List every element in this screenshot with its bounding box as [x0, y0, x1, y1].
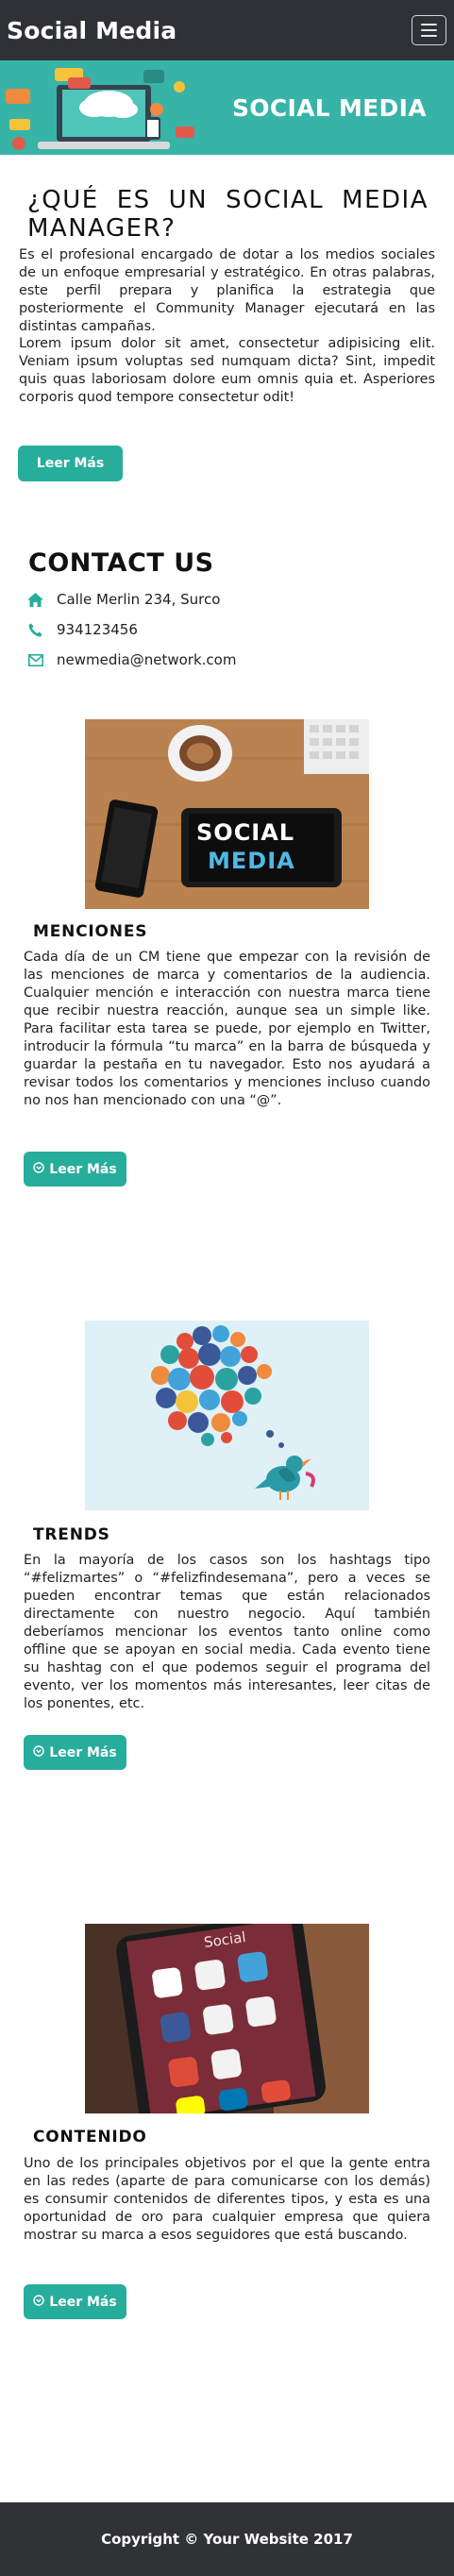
trends-read-more-label: Leer Más [49, 1744, 117, 1760]
contenido-read-more-label: Leer Más [49, 2294, 117, 2310]
chevron-circle-icon [33, 1744, 44, 1760]
trends-image [85, 1321, 369, 1510]
footer: Copyright © Your Website 2017 [0, 2502, 454, 2576]
navbar: Social Media [0, 0, 454, 60]
chevron-circle-icon [33, 2294, 44, 2310]
intro-paragraph-2: Lorem ipsum dolor sit amet, consectetur … [19, 336, 435, 405]
hero-banner: SOCIAL MEDIA [0, 60, 454, 155]
contact-title: CONTACT US [28, 548, 214, 578]
card-menciones-text: Cada día de un CM tiene que empezar con … [24, 950, 430, 1108]
intro-title: ¿QUÉ ES UN SOCIAL MEDIA MANAGER? [27, 186, 429, 243]
banner-title: SOCIAL MEDIA [232, 94, 427, 122]
card-contenido-title: CONTENIDO [33, 2128, 147, 2147]
brand-title[interactable]: Social Media [7, 17, 177, 44]
chevron-circle-icon [33, 1161, 44, 1177]
email-text[interactable]: newmedia@network.com [57, 651, 236, 668]
address-text: Calle Merlin 234, Surco [57, 591, 221, 608]
card-trends-title: TRENDS [33, 1525, 110, 1544]
trends-read-more-button[interactable]: Leer Más [24, 1735, 126, 1770]
menciones-image: SOCIAL MEDIA [85, 719, 369, 909]
card-trends-text: En la mayoría de los casos son los hasht… [24, 1553, 430, 1711]
contact-address: Calle Merlin 234, Surco [27, 591, 220, 608]
contenido-image: Social [85, 1924, 369, 2113]
hamburger-menu-icon[interactable] [412, 15, 446, 45]
tablet-screen-label-media: MEDIA [208, 848, 295, 874]
phone-icon [27, 622, 43, 638]
phone-text[interactable]: 934123456 [57, 621, 138, 638]
home-icon [27, 592, 43, 608]
intro-read-more-label: Leer Más [36, 456, 105, 471]
intro-read-more-button[interactable]: Leer Más [18, 446, 123, 481]
contact-email: newmedia@network.com [27, 651, 236, 668]
intro-paragraph-1: Es el profesional encargado de dotar a l… [19, 247, 435, 334]
contenido-read-more-button[interactable]: Leer Más [24, 2284, 126, 2319]
contact-phone: 934123456 [27, 621, 138, 638]
tablet-screen-label-social: SOCIAL [196, 819, 295, 846]
card-menciones-title: MENCIONES [33, 922, 148, 941]
menciones-read-more-label: Leer Más [49, 1161, 117, 1177]
footer-copyright: Copyright © Your Website 2017 [101, 2531, 353, 2548]
menciones-read-more-button[interactable]: Leer Más [24, 1152, 126, 1187]
card-contenido-text: Uno de los principales objetivos por el … [24, 2156, 430, 2243]
envelope-icon [27, 652, 43, 668]
